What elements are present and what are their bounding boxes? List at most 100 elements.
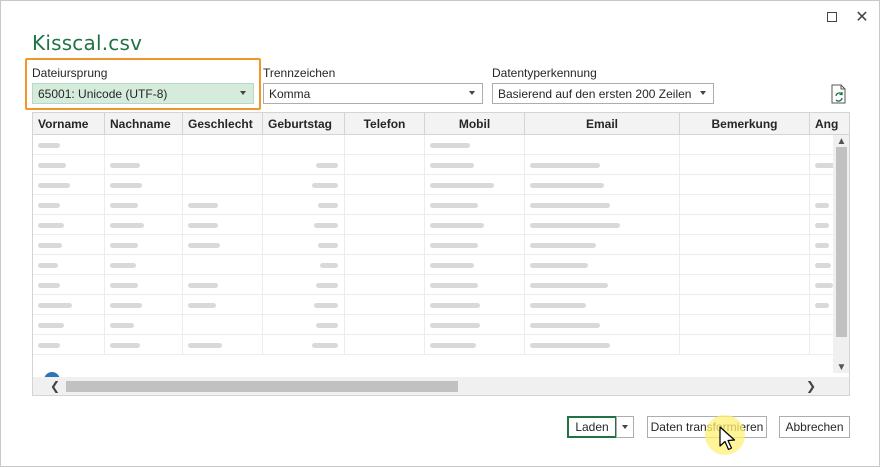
column-header[interactable]: Vorname bbox=[33, 113, 105, 135]
table-cell bbox=[345, 195, 425, 215]
dialog-title: Kisscal.csv bbox=[32, 31, 143, 55]
table-cell bbox=[183, 235, 263, 255]
blurred-value bbox=[110, 203, 138, 208]
table-row bbox=[33, 335, 849, 355]
maximize-button[interactable] bbox=[822, 7, 842, 27]
column-header[interactable]: Telefon bbox=[345, 113, 425, 135]
scroll-down-icon[interactable]: ▼ bbox=[833, 361, 849, 373]
refresh-document-icon[interactable] bbox=[830, 84, 848, 104]
blurred-value bbox=[188, 343, 222, 348]
delimiter-label: Trennzeichen bbox=[263, 66, 336, 80]
blurred-value bbox=[815, 303, 829, 308]
table-cell bbox=[105, 135, 183, 155]
column-header[interactable]: Email bbox=[525, 113, 680, 135]
table-cell bbox=[183, 295, 263, 315]
column-header[interactable]: Ang bbox=[810, 113, 849, 135]
table-cell bbox=[425, 155, 525, 175]
table-cell bbox=[425, 215, 525, 235]
table-row bbox=[33, 235, 849, 255]
table-cell bbox=[33, 295, 105, 315]
maximize-icon bbox=[827, 12, 837, 22]
blurred-value bbox=[188, 223, 218, 228]
table-cell bbox=[105, 175, 183, 195]
file-origin-highlight bbox=[25, 58, 261, 110]
grid-header: Vorname Nachname Geschlecht Geburtstag Telef… bbox=[33, 113, 849, 135]
column-header[interactable]: Mobil bbox=[425, 113, 525, 135]
delimiter-dropdown[interactable]: Komma bbox=[263, 83, 483, 104]
type-detection-dropdown[interactable]: Basierend auf den ersten 200 Zeilen bbox=[492, 83, 714, 104]
table-cell bbox=[263, 155, 345, 175]
blurred-value bbox=[530, 203, 610, 208]
blurred-value bbox=[38, 323, 64, 328]
table-cell bbox=[105, 195, 183, 215]
blurred-value bbox=[430, 243, 478, 248]
table-cell bbox=[105, 295, 183, 315]
table-cell bbox=[33, 155, 105, 175]
table-cell bbox=[33, 275, 105, 295]
table-cell bbox=[345, 135, 425, 155]
table-cell bbox=[263, 135, 345, 155]
table-cell bbox=[263, 275, 345, 295]
close-button[interactable]: ✕ bbox=[852, 7, 872, 27]
table-cell bbox=[183, 135, 263, 155]
scroll-left-icon[interactable]: ❮ bbox=[45, 377, 65, 395]
blurred-value bbox=[815, 243, 829, 248]
table-cell bbox=[680, 175, 810, 195]
table-cell bbox=[680, 335, 810, 355]
column-header[interactable]: Geschlecht bbox=[183, 113, 263, 135]
table-cell bbox=[680, 295, 810, 315]
table-cell bbox=[183, 195, 263, 215]
delimiter-value: Komma bbox=[269, 86, 311, 101]
type-detection-value: Basierend auf den ersten 200 Zeilen bbox=[498, 86, 692, 101]
table-row bbox=[33, 315, 849, 335]
blurred-value bbox=[815, 163, 835, 168]
table-cell bbox=[183, 215, 263, 235]
load-button[interactable]: Laden bbox=[567, 416, 617, 438]
horizontal-scrollbar[interactable]: ❮ ❯ bbox=[33, 377, 849, 395]
table-cell bbox=[183, 175, 263, 195]
table-cell bbox=[425, 135, 525, 155]
table-cell bbox=[105, 315, 183, 335]
table-cell bbox=[183, 275, 263, 295]
blurred-value bbox=[430, 223, 484, 228]
table-cell bbox=[263, 295, 345, 315]
table-cell bbox=[525, 155, 680, 175]
vertical-scrollbar[interactable]: ▲ ▼ bbox=[833, 135, 849, 373]
table-row bbox=[33, 135, 849, 155]
cancel-button[interactable]: Abbrechen bbox=[779, 416, 850, 438]
table-cell bbox=[680, 235, 810, 255]
blurred-value bbox=[312, 183, 338, 188]
column-header[interactable]: Bemerkung bbox=[680, 113, 810, 135]
horizontal-scroll-thumb[interactable] bbox=[66, 381, 458, 392]
blurred-value bbox=[312, 343, 338, 348]
blurred-value bbox=[38, 223, 64, 228]
table-cell bbox=[525, 255, 680, 275]
column-header[interactable]: Geburtstag bbox=[263, 113, 345, 135]
blurred-value bbox=[815, 283, 833, 288]
blurred-value bbox=[314, 303, 338, 308]
load-options-button[interactable] bbox=[616, 416, 634, 438]
table-cell bbox=[425, 195, 525, 215]
scroll-up-icon[interactable]: ▲ bbox=[833, 135, 849, 147]
blurred-value bbox=[38, 243, 62, 248]
blurred-value bbox=[530, 303, 586, 308]
table-cell bbox=[525, 235, 680, 255]
table-cell bbox=[105, 335, 183, 355]
table-cell bbox=[345, 275, 425, 295]
blurred-value bbox=[38, 283, 60, 288]
table-cell bbox=[680, 275, 810, 295]
data-preview-grid[interactable]: Vorname Nachname Geschlecht Geburtstag Telef… bbox=[32, 112, 850, 396]
blurred-value bbox=[38, 343, 60, 348]
blurred-value bbox=[38, 183, 70, 188]
table-cell bbox=[345, 295, 425, 315]
column-header[interactable]: Nachname bbox=[105, 113, 183, 135]
blurred-value bbox=[430, 203, 478, 208]
table-row bbox=[33, 295, 849, 315]
blurred-value bbox=[38, 203, 60, 208]
vertical-scroll-thumb[interactable] bbox=[836, 147, 847, 337]
blurred-value bbox=[110, 323, 134, 328]
scroll-right-icon[interactable]: ❯ bbox=[801, 377, 821, 395]
blurred-value bbox=[530, 243, 596, 248]
blurred-value bbox=[320, 263, 338, 268]
blurred-value bbox=[110, 283, 138, 288]
